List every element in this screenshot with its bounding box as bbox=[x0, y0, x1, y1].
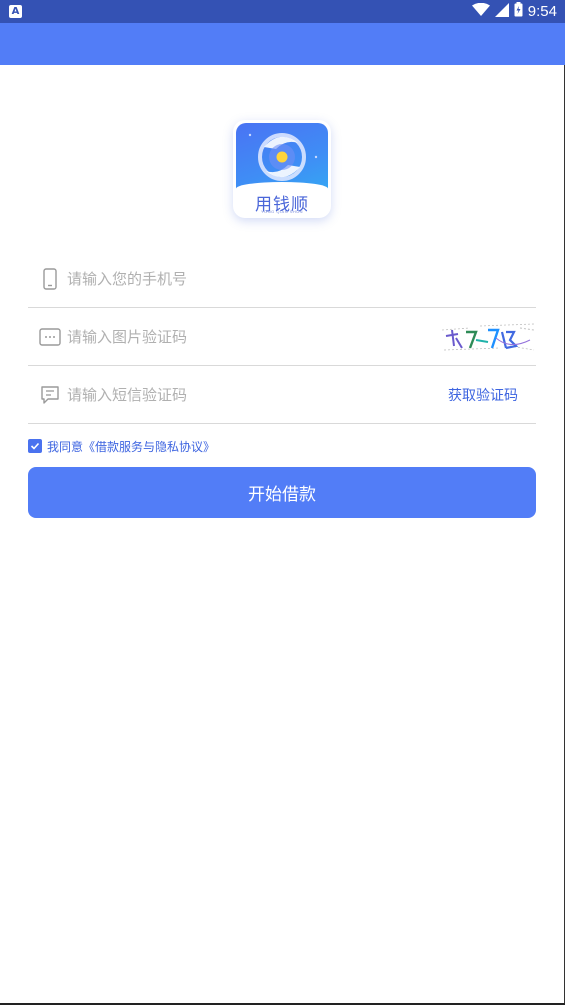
phone-icon bbox=[38, 267, 62, 291]
message-icon bbox=[38, 383, 62, 407]
status-time: 9:54 bbox=[527, 3, 557, 20]
agreement-link[interactable]: 我同意《借款服务与隐私协议》 bbox=[47, 438, 215, 455]
status-bar: A 9:54 bbox=[0, 0, 565, 23]
agreement-checkbox[interactable] bbox=[28, 439, 42, 453]
app-bar bbox=[0, 23, 565, 65]
signal-icon bbox=[494, 2, 509, 21]
agreement-row[interactable]: 我同意《借款服务与隐私协议》 bbox=[28, 438, 215, 454]
sms-code-field-row: 获取验证码 bbox=[28, 366, 536, 424]
start-loan-button[interactable]: 开始借款 bbox=[28, 467, 536, 518]
sms-code-input[interactable] bbox=[67, 385, 448, 404]
wifi-icon bbox=[471, 2, 490, 21]
app-logo: 用钱顺 YONG QIAN SHUN bbox=[233, 120, 331, 218]
phone-field-row bbox=[28, 250, 536, 308]
notification-badge: A bbox=[9, 5, 22, 18]
logo-subtitle: YONG QIAN SHUN bbox=[260, 209, 304, 214]
status-icons: 9:54 bbox=[471, 0, 557, 23]
captcha-image[interactable] bbox=[440, 320, 536, 354]
dots-icon bbox=[38, 325, 62, 349]
get-code-button[interactable]: 获取验证码 bbox=[448, 385, 518, 405]
login-screen: A 9:54 用钱顺 YONG QIAN SHUN 请输入您的手机号 请输入图片… bbox=[0, 0, 565, 1005]
battery-icon bbox=[514, 2, 523, 21]
logo-background bbox=[236, 123, 328, 191]
check-icon bbox=[30, 442, 40, 450]
image-code-input[interactable] bbox=[67, 327, 440, 346]
logo-swirl-icon bbox=[248, 133, 318, 181]
image-code-field-row bbox=[28, 308, 536, 366]
phone-input[interactable] bbox=[67, 269, 536, 288]
